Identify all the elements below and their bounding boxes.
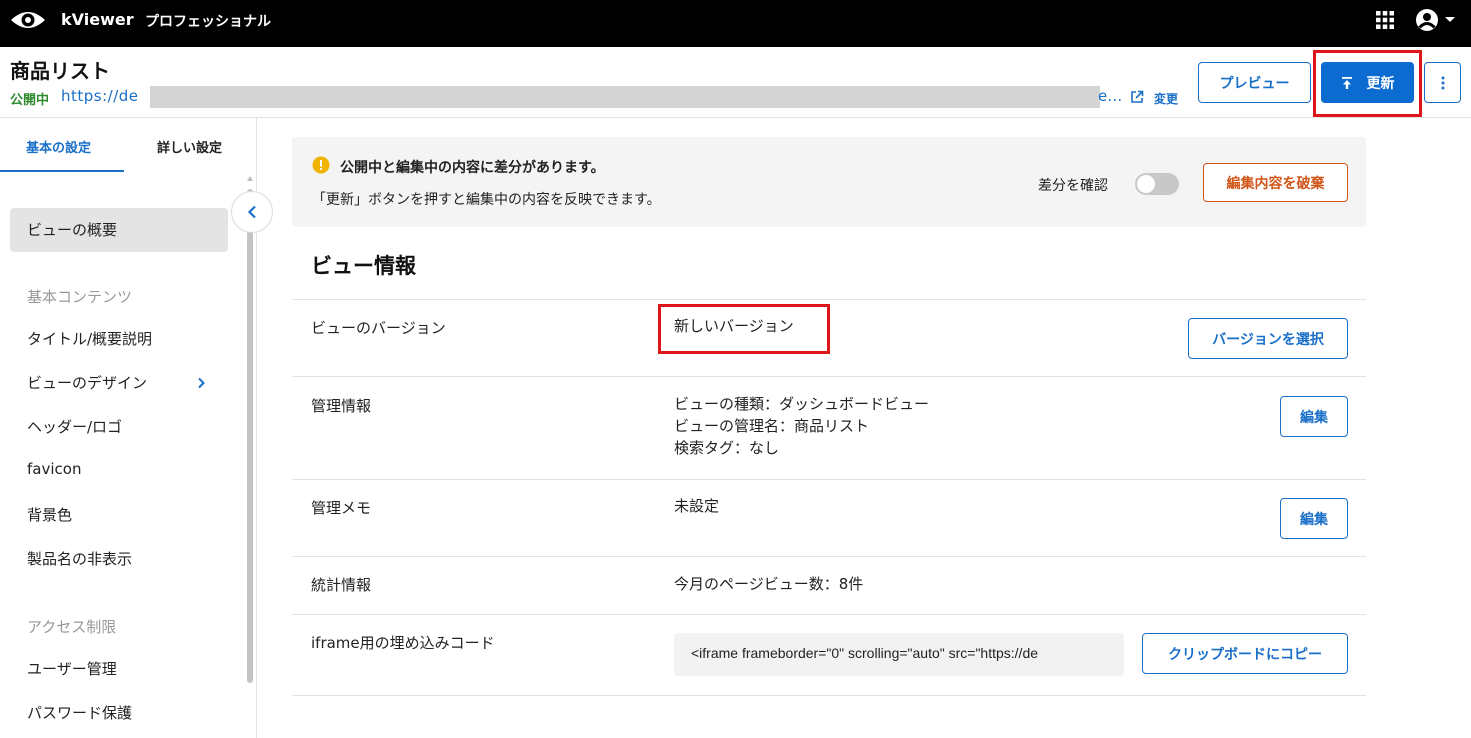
preview-button[interactable]: プレビュー (1198, 62, 1311, 103)
notice-title: 公開中と編集中の内容に差分があります。 (340, 160, 605, 176)
preview-button-label: プレビュー (1219, 75, 1290, 92)
header-divider (0, 117, 1471, 118)
sidebar-scrollbar[interactable] (247, 189, 253, 683)
published-status: 公開中 (10, 93, 50, 108)
scroll-up-arrow-icon[interactable] (247, 175, 253, 183)
apps-grid-icon[interactable] (1375, 10, 1395, 30)
collapse-sidebar-button[interactable] (231, 191, 273, 233)
diff-toggle-label: 差分を確認 (1038, 178, 1108, 194)
row-label-embed: iframe用の埋め込みコード (311, 634, 495, 652)
copy-button-label: クリップボードにコピー (1168, 646, 1322, 663)
copy-to-clipboard-button[interactable]: クリップボードにコピー (1142, 633, 1348, 674)
more-options-button[interactable] (1424, 62, 1461, 103)
row-value-admin-info: ビューの種類：ダッシュボードビュー ビューの管理名：商品リスト 検索タグ：なし (674, 393, 929, 459)
more-vert-icon (1441, 76, 1444, 89)
row-value-memo: 未設定 (674, 497, 720, 515)
page-title: 商品リスト (10, 59, 110, 83)
sidebar-group-basic: 基本コンテンツ (27, 288, 133, 306)
app-name: kViewer (61, 10, 134, 29)
edit-button-label: 編集 (1300, 511, 1328, 528)
admin-name-line: ビューの管理名：商品リスト (674, 417, 870, 435)
sidebar-item-title[interactable]: タイトル/概要説明 (27, 328, 152, 349)
notice-body: 「更新」ボタンを押すと編集中の内容を反映できます。 (312, 192, 661, 208)
sidebar-item-label: ビューの概要 (27, 221, 118, 239)
active-tab-indicator (0, 170, 124, 172)
url-redaction (150, 86, 1100, 108)
toggle-knob (1137, 175, 1155, 193)
select-version-button[interactable]: バージョンを選択 (1188, 318, 1348, 359)
row-label-stats: 統計情報 (311, 576, 372, 594)
sidebar-group-access: アクセス制限 (27, 618, 117, 636)
row-divider (292, 695, 1366, 696)
sidebar-item-header-logo[interactable]: ヘッダー/ロゴ (27, 416, 122, 437)
select-version-label: バージョンを選択 (1212, 331, 1324, 348)
eye-logo-icon (11, 12, 45, 28)
tab-detail-settings[interactable]: 詳しい設定 (157, 137, 222, 156)
discard-changes-button[interactable]: 編集内容を破棄 (1203, 163, 1348, 202)
discard-button-label: 編集内容を破棄 (1226, 175, 1325, 192)
row-label-admin-info: 管理情報 (311, 397, 372, 415)
sidebar-item-hide-product[interactable]: 製品名の非表示 (27, 548, 132, 569)
highlight-box-version (658, 304, 830, 354)
row-divider (292, 556, 1366, 557)
app-edition: プロフェッショナル (145, 14, 271, 30)
view-url-end[interactable]: e… (1098, 87, 1122, 105)
highlight-box-update (1313, 50, 1422, 117)
edit-memo-button[interactable]: 編集 (1280, 498, 1348, 539)
search-tags-line: 検索タグ：なし (674, 439, 780, 457)
tab-basic-settings[interactable]: 基本の設定 (26, 137, 91, 156)
diff-notice: 公開中と編集中の内容に差分があります。 「更新」ボタンを押すと編集中の内容を反映… (292, 137, 1366, 227)
edit-button-label: 編集 (1300, 409, 1328, 426)
chevron-left-icon (247, 205, 256, 219)
embed-code-box[interactable]: <iframe frameborder="0" scrolling="auto"… (674, 633, 1124, 676)
row-label-version: ビューのバージョン (311, 319, 446, 337)
open-external-icon[interactable] (1130, 90, 1144, 104)
view-type-line: ビューの種類：ダッシュボードビュー (674, 395, 930, 413)
sidebar-item-favicon[interactable]: favicon (27, 460, 81, 478)
row-label-memo: 管理メモ (311, 499, 372, 517)
chevron-right-icon (198, 377, 205, 389)
sidebar-item-background[interactable]: 背景色 (27, 504, 72, 525)
diff-toggle[interactable] (1135, 173, 1179, 195)
sidebar-item-design[interactable]: ビューのデザイン (27, 372, 147, 393)
account-menu-icon[interactable] (1415, 8, 1457, 34)
row-value-stats: 今月のページビュー数：8件 (674, 575, 864, 593)
row-divider (292, 299, 1366, 300)
sidebar-item-users[interactable]: ユーザー管理 (27, 658, 117, 679)
change-url-link[interactable]: 変更 (1154, 90, 1178, 107)
sidebar-item-password[interactable]: パスワード保護 (27, 702, 132, 723)
info-icon (312, 156, 330, 174)
view-url-link[interactable]: https://de (61, 87, 139, 105)
row-divider (292, 614, 1366, 615)
sidebar-item-view-overview[interactable]: ビューの概要 (10, 208, 228, 252)
section-title: ビュー情報 (311, 254, 416, 278)
row-divider (292, 376, 1366, 377)
embed-code-text: <iframe frameborder="0" scrolling="auto"… (691, 645, 1039, 661)
top-bar: kViewer プロフェッショナル (0, 0, 1471, 47)
edit-admin-info-button[interactable]: 編集 (1280, 396, 1348, 437)
row-divider (292, 479, 1366, 480)
